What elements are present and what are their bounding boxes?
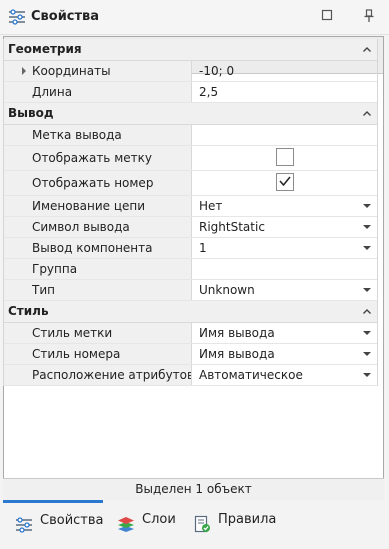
category-label: Стиль [8, 304, 49, 318]
dropdown-value[interactable]: RightStatic [193, 217, 377, 237]
value-text: Автоматическое [199, 368, 303, 382]
property-name: Стиль метки [4, 323, 192, 343]
property-grid: Геометрия Координаты -10; 0 Длина 2,5 Вывод Ме… [3, 39, 378, 386]
property-name: Метка вывода [4, 125, 192, 145]
property-value[interactable] [193, 259, 377, 279]
value-text: Unknown [199, 283, 255, 297]
property-row[interactable]: Отображать метку [4, 146, 377, 171]
dropdown-arrow-icon[interactable] [363, 288, 371, 292]
dropdown-arrow-icon[interactable] [363, 246, 371, 250]
tab-rules[interactable]: Правила [193, 502, 277, 538]
dropdown-value[interactable]: Unknown [193, 280, 377, 300]
maximize-button[interactable] [319, 9, 335, 25]
property-row[interactable]: Группа [4, 259, 377, 280]
pin-button[interactable] [361, 9, 377, 25]
maximize-icon [321, 9, 333, 21]
property-name: Отображать номер [4, 171, 192, 195]
tab-label: Свойства [40, 513, 104, 528]
checkbox[interactable] [276, 173, 294, 191]
checkmark-icon [279, 176, 291, 187]
status-bar: Выделен 1 объект [3, 478, 384, 500]
category-header[interactable]: Геометрия [4, 39, 377, 61]
property-name: Тип [4, 280, 192, 300]
property-row[interactable]: Именование цепи Нет [4, 196, 377, 217]
property-row[interactable]: Символ вывода RightStatic [4, 217, 377, 238]
property-row[interactable]: Расположение атрибутов Автоматическое [4, 365, 377, 386]
value-text: 2,5 [199, 85, 219, 99]
property-row[interactable]: Отображать номер [4, 171, 377, 196]
dropdown-value[interactable]: Имя вывода [193, 344, 377, 364]
property-name: Длина [4, 82, 192, 102]
property-name: Стиль номера [4, 344, 192, 364]
value-text: 1 [199, 241, 207, 255]
properties-icon [15, 513, 33, 533]
property-name: Отображать метку [4, 146, 192, 170]
property-name: Символ вывода [4, 217, 192, 237]
checkbox-cell[interactable] [193, 146, 377, 170]
value-text: Нет [199, 199, 223, 213]
property-row[interactable]: Длина 2,5 [4, 82, 377, 103]
dropdown-arrow-icon[interactable] [363, 225, 371, 229]
property-row[interactable]: Метка вывода [4, 125, 377, 146]
tab-label: Правила [218, 512, 277, 527]
property-row[interactable]: Стиль номера Имя вывода [4, 344, 377, 365]
property-row[interactable]: Тип Unknown [4, 280, 377, 301]
property-name: Координаты [4, 61, 192, 81]
layers-icon [117, 512, 135, 532]
property-row[interactable]: Координаты -10; 0 [4, 61, 377, 82]
dropdown-value[interactable]: Нет [193, 196, 377, 216]
value-text: Имя вывода [199, 347, 275, 361]
property-name: Группа [4, 259, 192, 279]
category-header[interactable]: Вывод [4, 103, 377, 125]
bottom-tabs: Свойства Слои Правила [0, 500, 389, 543]
value-text: Имя вывода [199, 326, 275, 340]
property-value[interactable] [193, 125, 377, 145]
property-name: Вывод компонента [4, 238, 192, 258]
tab-properties[interactable]: Свойства [3, 500, 104, 536]
value-text: -10; 0 [199, 64, 235, 78]
category-label: Геометрия [8, 42, 82, 56]
dropdown-arrow-icon[interactable] [363, 204, 371, 208]
checkbox-cell[interactable] [193, 171, 377, 195]
property-name: Расположение атрибутов [4, 365, 192, 385]
properties-icon [8, 9, 26, 25]
value-text: RightStatic [199, 220, 265, 234]
property-row[interactable]: Стиль метки Имя вывода [4, 323, 377, 344]
tab-layers[interactable]: Слои [117, 502, 177, 538]
property-row[interactable]: Вывод компонента 1 [4, 238, 377, 259]
status-text: Выделен 1 объект [135, 482, 252, 496]
property-value[interactable]: -10; 0 [193, 61, 377, 81]
dropdown-value[interactable]: 1 [193, 238, 377, 258]
property-value[interactable]: 2,5 [193, 82, 377, 102]
category-label: Вывод [8, 106, 54, 120]
dropdown-value[interactable]: Автоматическое [193, 365, 377, 385]
window-title: Свойства [31, 9, 100, 24]
title-bar: Свойства [0, 0, 389, 35]
property-name: Именование цепи [4, 196, 192, 216]
dropdown-arrow-icon[interactable] [363, 331, 371, 335]
tab-label: Слои [142, 512, 176, 527]
dropdown-arrow-icon[interactable] [363, 352, 371, 356]
checkbox[interactable] [276, 148, 294, 166]
pin-icon [364, 9, 374, 22]
rules-icon [193, 512, 211, 533]
dropdown-value[interactable]: Имя вывода [193, 323, 377, 343]
dropdown-arrow-icon[interactable] [363, 373, 371, 377]
category-header[interactable]: Стиль [4, 301, 377, 323]
